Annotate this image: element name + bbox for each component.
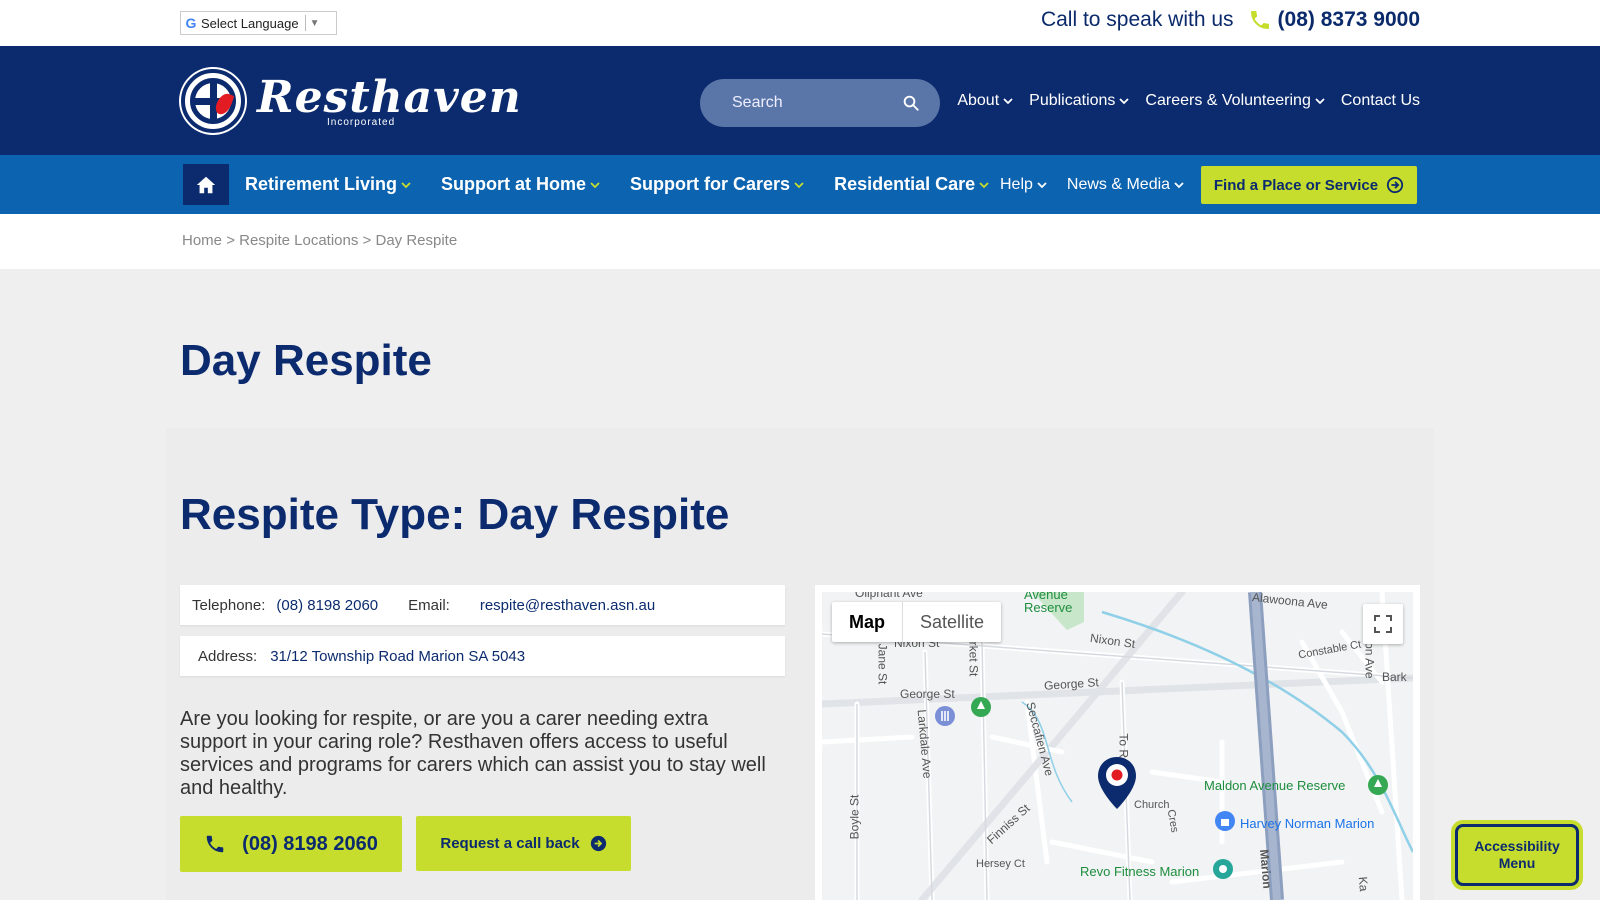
menu-support-at-home[interactable]: Support at Home bbox=[441, 174, 600, 195]
chevron-down-icon bbox=[590, 181, 600, 188]
map-label-george-1: George St bbox=[900, 687, 955, 701]
accessibility-menu-button[interactable]: Accessibility Menu bbox=[1455, 824, 1579, 886]
logo-name: Resthaven bbox=[257, 71, 522, 123]
page-title: Day Respite bbox=[180, 336, 432, 385]
menu-news-media[interactable]: News & Media bbox=[1067, 176, 1184, 194]
contact-row: Telephone: (08) 8198 2060 Email: respite… bbox=[180, 585, 785, 625]
satellite-view-button[interactable]: Satellite bbox=[903, 602, 1001, 642]
menu-residential-care[interactable]: Residential Care bbox=[834, 174, 989, 195]
search-box bbox=[700, 79, 940, 127]
arrow-circle-icon bbox=[1387, 176, 1404, 194]
home-icon bbox=[196, 176, 216, 193]
menu-support-for-carers[interactable]: Support for Carers bbox=[630, 174, 804, 195]
secondary-menu: Help News & Media bbox=[1000, 155, 1184, 214]
address-value: 31/12 Township Road Marion SA 5043 bbox=[270, 647, 526, 665]
accessibility-line-2: Menu bbox=[1498, 855, 1536, 871]
shopping-poi-icon[interactable] bbox=[1214, 810, 1236, 832]
map-label-hersey: Hersey Ct bbox=[976, 858, 1025, 870]
menu-retirement-living[interactable]: Retirement Living bbox=[245, 174, 411, 195]
language-label: Select Language bbox=[201, 15, 299, 31]
map-label-revo-fitness[interactable]: Revo Fitness Marion bbox=[1080, 864, 1199, 879]
find-place-button[interactable]: Find a Place or Service bbox=[1201, 166, 1417, 204]
breadcrumb-separator: > bbox=[362, 232, 372, 249]
email-label: Email: bbox=[408, 596, 450, 614]
breadcrumb-respite-locations[interactable]: Respite Locations bbox=[239, 232, 358, 249]
main-navigation: Retirement Living Support at Home Suppor… bbox=[0, 155, 1600, 214]
map-type-toggle: Map Satellite bbox=[832, 602, 1002, 642]
call-phone-button[interactable]: (08) 8198 2060 bbox=[180, 816, 402, 872]
arrow-circle-icon bbox=[590, 835, 606, 852]
divider bbox=[304, 15, 306, 31]
call-text: Call to speak with us bbox=[1040, 8, 1234, 31]
restaurant-poi-icon[interactable] bbox=[934, 705, 956, 727]
nav-publications[interactable]: Publications bbox=[1029, 92, 1130, 110]
map-label-market: rket St bbox=[966, 641, 981, 677]
phone-icon bbox=[206, 835, 224, 853]
breadcrumb-current: Day Respite bbox=[375, 232, 458, 249]
breadcrumb-separator: > bbox=[226, 232, 235, 249]
fullscreen-icon bbox=[1374, 615, 1392, 633]
map-label-avenue-reserve: Avenue Reserve bbox=[1024, 592, 1073, 615]
map-container: Oliphant Ave Avenue Reserve Alawoona Ave… bbox=[815, 585, 1420, 900]
phone-number: (08) 8373 9000 bbox=[1277, 8, 1420, 31]
intro-paragraph: Are you looking for respite, or are you … bbox=[180, 708, 766, 799]
fitness-poi-icon[interactable] bbox=[1212, 858, 1234, 880]
map-label-boyle: Boyle St bbox=[847, 794, 862, 840]
map-label-harvey-norman[interactable]: Harvey Norman Marion bbox=[1240, 816, 1374, 831]
map-label-oliphant: Oliphant Ave bbox=[855, 592, 923, 600]
menu-help[interactable]: Help bbox=[1000, 176, 1047, 194]
logo-wordmark: Resthaven Incorporated bbox=[257, 71, 522, 128]
nav-contact-us[interactable]: Contact Us bbox=[1341, 92, 1420, 110]
accessibility-line-1: Accessibility bbox=[1474, 838, 1560, 854]
top-bar: G Select Language ▼ Call to speak with u… bbox=[0, 0, 1600, 46]
telephone-link[interactable]: (08) 8198 2060 bbox=[276, 597, 378, 614]
site-logo[interactable]: Resthaven Incorporated bbox=[181, 69, 522, 133]
phone-icon bbox=[1250, 11, 1269, 29]
search-icon[interactable] bbox=[902, 93, 920, 113]
park-poi-icon[interactable] bbox=[1367, 774, 1389, 796]
chevron-down-icon bbox=[1003, 98, 1013, 105]
search-input[interactable] bbox=[732, 94, 902, 112]
nav-about[interactable]: About bbox=[957, 92, 1013, 110]
site-header: Resthaven Incorporated About Publication… bbox=[0, 46, 1600, 155]
map-label-maldon-reserve[interactable]: Maldon Avenue Reserve bbox=[1204, 778, 1345, 793]
primary-menu: Retirement Living Support at Home Suppor… bbox=[245, 155, 989, 214]
google-icon: G bbox=[185, 15, 197, 31]
map-label-bark: Bark bbox=[1382, 670, 1407, 684]
chevron-down-icon bbox=[794, 181, 804, 188]
chevron-down-icon bbox=[401, 181, 411, 188]
language-selector[interactable]: G Select Language ▼ bbox=[180, 11, 337, 35]
chevron-down-icon bbox=[979, 181, 989, 188]
map-label-jane: Jane St bbox=[875, 643, 890, 685]
chevron-down-icon bbox=[1174, 181, 1184, 188]
call-block: Call to speak with us (08) 8373 9000 bbox=[1041, 8, 1420, 32]
email-link[interactable]: respite@resthaven.asn.au bbox=[480, 597, 655, 614]
request-callback-button[interactable]: Request a call back bbox=[416, 816, 631, 871]
fullscreen-button[interactable] bbox=[1363, 604, 1403, 644]
map-view-button[interactable]: Map bbox=[832, 602, 902, 642]
panel-title: Respite Type: Day Respite bbox=[180, 490, 730, 539]
home-button[interactable] bbox=[183, 164, 229, 205]
breadcrumb-bar: Home > Respite Locations > Day Respite bbox=[0, 214, 1600, 269]
address-label: Address: bbox=[198, 647, 258, 665]
park-poi-icon[interactable] bbox=[970, 696, 992, 718]
map[interactable]: Oliphant Ave Avenue Reserve Alawoona Ave… bbox=[822, 592, 1413, 900]
map-label-ka: Ka bbox=[1355, 876, 1371, 892]
nav-careers-volunteering[interactable]: Careers & Volunteering bbox=[1145, 92, 1325, 110]
dropdown-arrow-icon: ▼ bbox=[309, 17, 320, 29]
chevron-down-icon bbox=[1119, 98, 1130, 105]
chevron-down-icon bbox=[1037, 181, 1047, 188]
map-label-church: Church bbox=[1134, 799, 1170, 811]
breadcrumb-home[interactable]: Home bbox=[182, 232, 222, 249]
logo-emblem-icon bbox=[181, 69, 245, 133]
telephone-label: Telephone: bbox=[192, 596, 266, 614]
chevron-down-icon bbox=[1315, 98, 1325, 105]
location-pin-icon[interactable] bbox=[1096, 755, 1138, 811]
top-navigation: About Publications Careers & Volunteerin… bbox=[957, 92, 1420, 110]
address-row: Address: 31/12 Township Road Marion SA 5… bbox=[180, 636, 785, 676]
breadcrumb: Home > Respite Locations > Day Respite bbox=[182, 232, 457, 249]
phone-link[interactable]: (08) 8373 9000 bbox=[1248, 8, 1420, 32]
